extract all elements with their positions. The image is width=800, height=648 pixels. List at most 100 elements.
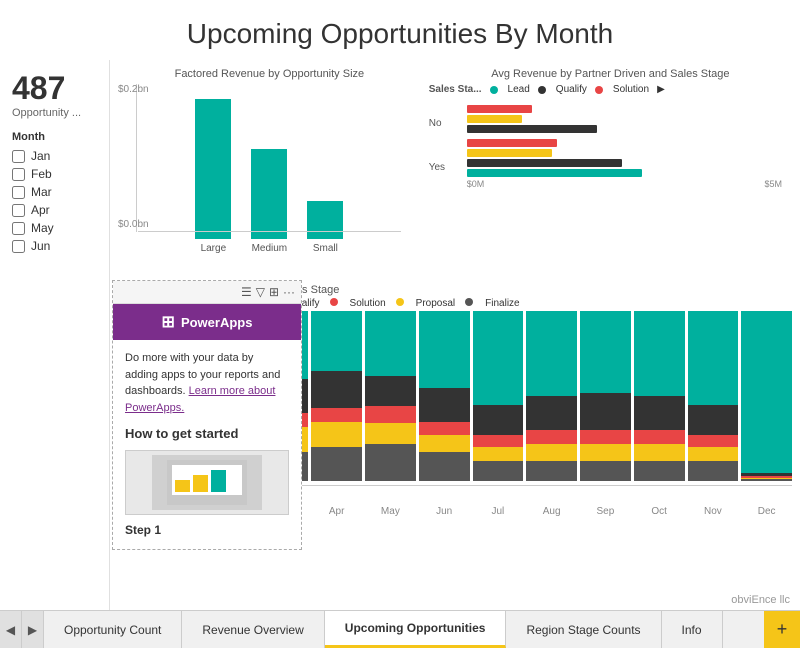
menu-icon[interactable]: ☰	[241, 285, 252, 299]
seg-proposal-month-6	[419, 435, 470, 452]
stacked-bar-month-4	[311, 311, 362, 481]
seg-proposal-month-8	[526, 444, 577, 461]
seg-finalize-month-6	[419, 452, 470, 481]
seg-finalize-month-10	[634, 461, 685, 481]
horiz-x-label-0m: $0M	[467, 179, 485, 189]
horiz-chart-with-labels: No Yes $0M $5M	[429, 101, 792, 189]
checkbox-mar[interactable]	[12, 186, 25, 199]
seg-solution-month-6	[419, 422, 470, 436]
tab-opportunity-count[interactable]: Opportunity Count	[44, 611, 182, 648]
seg-proposal-month-10	[634, 444, 685, 461]
bar-group-medium: Medium	[251, 149, 287, 254]
month-label-mar: Mar	[31, 185, 52, 199]
stacked-bar-month-10	[634, 311, 685, 481]
seg-qualify-month-7	[473, 405, 524, 436]
seg-proposal-month-7	[473, 447, 524, 461]
tab-revenue-overview[interactable]: Revenue Overview	[182, 611, 324, 648]
tab-region-stage-counts[interactable]: Region Stage Counts	[506, 611, 661, 648]
factored-revenue-chart: Factored Revenue by Opportunity Size $0.…	[118, 68, 421, 272]
seg-finalize-month-8	[526, 461, 577, 481]
legend-label-lead: Lead	[508, 84, 530, 95]
horiz-y-yes: Yes	[429, 162, 457, 173]
x-label-jun: Jun	[419, 506, 470, 517]
horiz-y-no: No	[429, 118, 457, 129]
checkbox-feb[interactable]	[12, 168, 25, 181]
h-bar-yes-1	[467, 149, 552, 157]
seg-finalize-month-12	[741, 479, 792, 481]
stacked-bar-month-6	[419, 311, 470, 481]
bottom-legend-label-finalize: Finalize	[485, 298, 519, 309]
popup-header: ⊞ PowerApps	[113, 304, 301, 340]
seg-solution-month-8	[526, 430, 577, 444]
expand-icon[interactable]: ⊞	[269, 285, 279, 299]
x-axis-line	[138, 231, 401, 232]
seg-qualify-month-4	[311, 371, 362, 408]
add-tab-button[interactable]: +	[764, 611, 800, 648]
popup-step-image	[125, 450, 289, 515]
filter-item-jun[interactable]: Jun	[12, 239, 97, 253]
x-label-jul: Jul	[473, 506, 524, 517]
seg-finalize-month-7	[473, 461, 524, 481]
checkbox-jan[interactable]	[12, 150, 25, 163]
h-bar-no-1	[467, 115, 522, 123]
bar-medium	[251, 149, 287, 239]
y-axis-line	[136, 84, 137, 232]
month-label-apr: Apr	[31, 203, 50, 217]
filter-item-mar[interactable]: Mar	[12, 185, 97, 199]
month-label-may: May	[31, 221, 54, 235]
seg-lead-month-9	[580, 311, 631, 393]
month-label-jun: Jun	[31, 239, 50, 253]
seg-qualify-month-10	[634, 396, 685, 430]
seg-qualify-month-9	[580, 393, 631, 430]
bottom-legend-dot-finalize	[465, 298, 473, 306]
seg-finalize-month-5	[365, 444, 416, 481]
seg-qualify-month-8	[526, 396, 577, 430]
filter-item-apr[interactable]: Apr	[12, 203, 97, 217]
y-label-bottom: $0.0bn	[118, 219, 149, 230]
filter-item-feb[interactable]: Feb	[12, 167, 97, 181]
horiz-chart-inner: $0M $5M	[457, 101, 792, 189]
bar-label-large: Large	[201, 243, 227, 254]
legend-label-qualify: Qualify	[556, 84, 587, 95]
checkbox-apr[interactable]	[12, 204, 25, 217]
horiz-x-label-5m: $5M	[764, 179, 782, 189]
seg-solution-month-5	[365, 406, 416, 423]
page-title: Upcoming Opportunities By Month	[0, 0, 800, 60]
checkbox-jun[interactable]	[12, 240, 25, 253]
seg-lead-month-4	[311, 311, 362, 371]
avg-revenue-legend: Sales Sta... LeadQualifySolution▶	[429, 84, 792, 95]
seg-qualify-month-11	[688, 405, 739, 436]
seg-qualify-month-6	[419, 388, 470, 422]
avg-revenue-chart: Avg Revenue by Partner Driven and Sales …	[429, 68, 792, 272]
x-label-apr: Apr	[311, 506, 362, 517]
powerapps-icon: ⊞	[162, 312, 175, 332]
tab-prev-button[interactable]: ◀	[0, 611, 22, 648]
top-charts: Factored Revenue by Opportunity Size $0.…	[118, 60, 792, 280]
y-label-top: $0.2bn	[118, 84, 149, 95]
seg-solution-month-7	[473, 435, 524, 447]
stacked-bar-month-11	[688, 311, 739, 481]
month-label-feb: Feb	[31, 167, 52, 181]
horiz-row-no	[467, 105, 782, 133]
tab-next-button[interactable]: ▶	[22, 611, 44, 648]
filter-item-jan[interactable]: Jan	[12, 149, 97, 163]
bottom-legend-label-solution: Solution	[350, 298, 386, 309]
month-filter-scroll[interactable]: Jan Feb Mar Apr May Jun	[12, 149, 97, 257]
month-filter-label: Month	[12, 131, 97, 143]
tabs-container: Opportunity CountRevenue OverviewUpcomin…	[44, 611, 764, 648]
popup-toolbar: ☰ ▽ ⊞ ···	[113, 281, 301, 304]
seg-solution-month-4	[311, 408, 362, 422]
h-bar-yes-3	[467, 169, 642, 177]
tab-info[interactable]: Info	[662, 611, 723, 648]
legend-next-arrow[interactable]: ▶	[657, 84, 665, 95]
seg-lead-month-11	[688, 311, 739, 405]
checkbox-may[interactable]	[12, 222, 25, 235]
seg-lead-month-7	[473, 311, 524, 405]
seg-solution-month-11	[688, 435, 739, 447]
filter-item-may[interactable]: May	[12, 221, 97, 235]
step-img-inner	[152, 455, 262, 510]
tab-upcoming-opportunities[interactable]: Upcoming Opportunities	[325, 611, 507, 648]
more-icon[interactable]: ···	[283, 285, 295, 299]
bar-large	[195, 99, 231, 239]
filter-icon[interactable]: ▽	[256, 285, 265, 299]
